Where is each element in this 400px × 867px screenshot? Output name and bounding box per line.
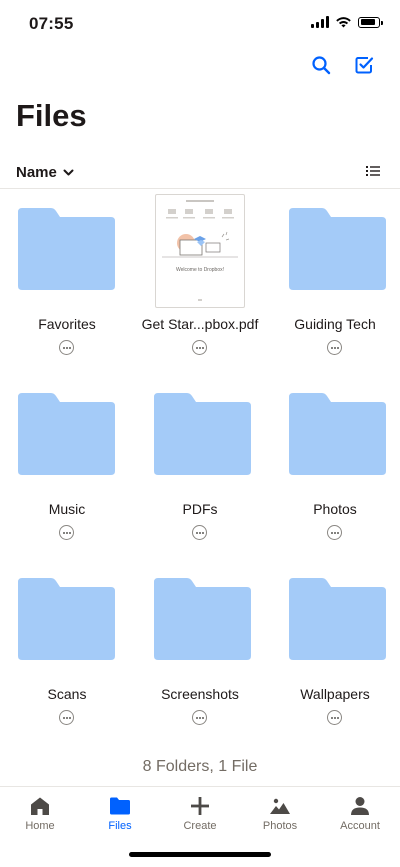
tab-files[interactable]: Files	[80, 787, 160, 837]
person-icon	[348, 794, 372, 818]
battery-icon	[358, 16, 383, 28]
folder-icon	[152, 578, 252, 660]
folder-icon	[287, 208, 387, 290]
more-options-button[interactable]	[59, 525, 74, 540]
items-summary: 8 Folders, 1 File	[142, 758, 258, 775]
tab-create[interactable]: Create	[160, 787, 240, 837]
list-view-button[interactable]	[366, 164, 380, 182]
pdf-thumbnail: Welcome to Dropbox!	[155, 194, 245, 308]
search-button[interactable]	[308, 52, 334, 78]
grid-item[interactable]: Guiding Tech	[268, 188, 400, 363]
more-options-button[interactable]	[192, 340, 207, 355]
tab-account[interactable]: Account	[320, 787, 400, 837]
item-name: Music	[48, 501, 86, 517]
status-bar: 07:55	[0, 0, 400, 46]
item-name: Get Star...pbox.pdf	[141, 316, 259, 332]
chevron-down-icon	[63, 169, 74, 175]
search-icon	[312, 56, 331, 75]
home-icon	[28, 794, 52, 818]
grid-item[interactable]: Photos	[268, 373, 400, 548]
item-name: Wallpapers	[300, 686, 370, 702]
home-indicator[interactable]	[129, 852, 271, 857]
folder-icon	[287, 578, 387, 660]
grid-item[interactable]: Screenshots	[133, 558, 267, 733]
status-icons	[311, 16, 383, 28]
tab-photos[interactable]: Photos	[240, 787, 320, 837]
more-options-button[interactable]	[59, 340, 74, 355]
folder-icon	[16, 578, 116, 660]
tab-label: Create	[183, 820, 217, 832]
sort-row: Name	[0, 160, 400, 189]
tab-label: Files	[108, 820, 132, 832]
more-options-button[interactable]	[192, 710, 207, 725]
tab-label: Account	[340, 820, 380, 832]
select-button[interactable]	[351, 52, 377, 78]
sort-button[interactable]: Name	[16, 164, 74, 181]
status-time: 07:55	[29, 14, 74, 33]
more-options-button[interactable]	[327, 710, 342, 725]
checkbox-select-icon	[355, 57, 374, 74]
folder-icon	[152, 393, 252, 475]
tab-label: Home	[25, 820, 55, 832]
folder-icon	[108, 794, 132, 818]
folder-icon	[16, 208, 116, 290]
grid-item[interactable]: Scans	[0, 558, 134, 733]
photos-icon	[268, 794, 292, 818]
wifi-icon	[336, 17, 351, 28]
pdf-preview-caption: Welcome to Dropbox!	[176, 267, 224, 273]
grid-item[interactable]: PDFs	[133, 373, 267, 548]
plus-icon	[188, 794, 212, 818]
folder-icon	[287, 393, 387, 475]
page-title: Files	[16, 98, 87, 133]
grid-item[interactable]: Wallpapers	[268, 558, 400, 733]
more-options-button[interactable]	[327, 340, 342, 355]
sort-label: Name	[16, 164, 57, 181]
item-name: Scans	[47, 686, 87, 702]
more-options-button[interactable]	[327, 525, 342, 540]
list-view-icon	[366, 166, 380, 176]
more-options-button[interactable]	[59, 710, 74, 725]
item-name: Photos	[313, 501, 357, 517]
tab-home[interactable]: Home	[0, 787, 80, 837]
grid-item[interactable]: Favorites	[0, 188, 134, 363]
item-name: PDFs	[182, 501, 218, 517]
grid-item[interactable]: Music	[0, 373, 134, 548]
cellular-signal-icon	[311, 16, 329, 28]
item-name: Screenshots	[161, 686, 239, 702]
folder-icon	[16, 393, 116, 475]
item-name: Favorites	[38, 316, 96, 332]
grid-item[interactable]: Welcome to Dropbox! Get Star...pbox.pdf	[133, 188, 267, 363]
item-name: Guiding Tech	[294, 316, 376, 332]
tab-label: Photos	[262, 820, 298, 832]
more-options-button[interactable]	[192, 525, 207, 540]
